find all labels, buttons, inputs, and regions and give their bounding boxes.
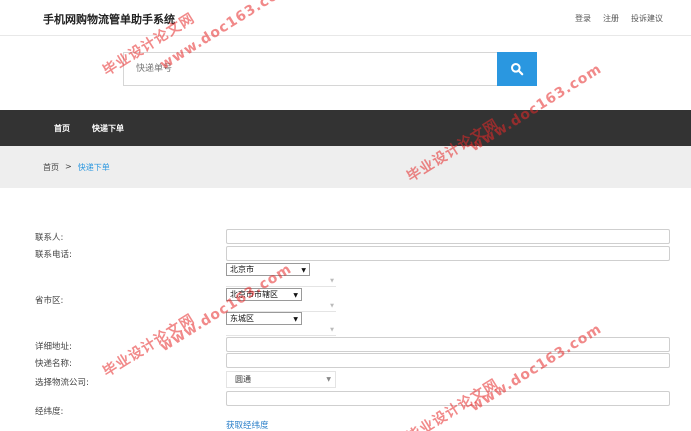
nav-item-quick-order[interactable]: 快递下单 — [92, 123, 124, 134]
breadcrumb-separator: > — [65, 162, 72, 171]
breadcrumb-bar: 首页 > 快递下单 — [0, 146, 691, 188]
province-placeholder-select[interactable]: ▼ — [226, 277, 336, 287]
phone-input[interactable] — [226, 246, 670, 261]
express-name-label: 快递名称: — [35, 359, 72, 369]
nav-item-home[interactable]: 首页 — [54, 123, 70, 134]
watermark-text: 毕业设计论文网 — [100, 311, 198, 381]
province-select[interactable]: 北京市 ▼ — [226, 263, 310, 276]
search-button[interactable] — [497, 52, 537, 86]
chevron-down-icon: ▼ — [301, 267, 306, 274]
breadcrumb: 首页 > 快递下单 — [43, 162, 110, 173]
latlng-label: 经纬度: — [35, 407, 64, 417]
chevron-down-icon: ▼ — [293, 292, 298, 299]
top-links: 登录 注册 投诉建议 — [575, 13, 663, 24]
company-select[interactable]: 圆通 ▼ — [226, 371, 336, 388]
city-value: 北京市市辖区 — [230, 290, 278, 299]
address-label: 详细地址: — [35, 342, 72, 352]
search-input[interactable] — [123, 52, 497, 86]
search-icon — [511, 63, 524, 76]
login-link[interactable]: 登录 — [575, 13, 591, 24]
chevron-down-icon: ▼ — [330, 303, 334, 309]
district-select[interactable]: 东城区 ▼ — [226, 312, 302, 325]
chevron-down-icon: ▼ — [330, 327, 334, 333]
contact-label: 联系人: — [35, 233, 64, 243]
latlng-input[interactable] — [226, 391, 670, 406]
top-bar: 手机网购物流管单助手系统 登录 注册 投诉建议 — [0, 0, 691, 36]
district-placeholder-select[interactable]: ▼ — [226, 326, 336, 336]
breadcrumb-current: 快递下单 — [77, 163, 110, 172]
breadcrumb-home[interactable]: 首页 — [43, 162, 59, 173]
express-name-input[interactable] — [226, 353, 670, 368]
province-value: 北京市 — [230, 265, 254, 274]
region-label: 省市区: — [35, 296, 64, 306]
get-latlng-link[interactable]: 获取经纬度 — [226, 419, 269, 431]
district-value: 东城区 — [230, 314, 254, 323]
search-bar — [123, 52, 537, 86]
phone-label: 联系电话: — [35, 250, 72, 260]
chevron-down-icon: ▼ — [326, 376, 331, 383]
complaint-link[interactable]: 投诉建议 — [631, 13, 663, 24]
chevron-down-icon: ▼ — [330, 278, 334, 284]
contact-input[interactable] — [226, 229, 670, 244]
city-placeholder-select[interactable]: ▼ — [226, 302, 336, 312]
address-input[interactable] — [226, 337, 670, 352]
city-select[interactable]: 北京市市辖区 ▼ — [226, 288, 302, 301]
company-label: 选择物流公司: — [35, 378, 89, 388]
site-title: 手机网购物流管单助手系统 — [43, 13, 175, 26]
company-value: 圆通 — [235, 375, 251, 384]
register-link[interactable]: 注册 — [603, 13, 619, 24]
chevron-down-icon: ▼ — [293, 316, 298, 323]
main-nav: 首页 快递下单 — [0, 110, 691, 146]
